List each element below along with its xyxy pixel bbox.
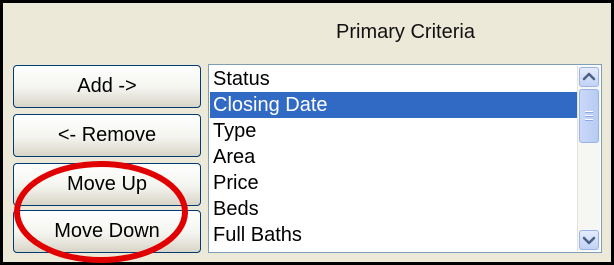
list-item-area[interactable]: Area (210, 144, 577, 170)
list-item-full-baths[interactable]: Full Baths (210, 222, 577, 248)
primary-criteria-heading: Primary Criteria (336, 21, 475, 43)
list-item-beds[interactable]: Beds (210, 196, 577, 222)
move-up-button[interactable]: Move Up (13, 163, 201, 206)
list-item-price[interactable]: Price (210, 170, 577, 196)
scrollbar-thumb[interactable] (579, 89, 599, 143)
scroll-down-arrow-icon (582, 236, 596, 245)
scroll-up-button[interactable] (579, 67, 599, 87)
criteria-panel: Primary Criteria Add -> <- Remove Move U… (0, 0, 614, 265)
list-item-type[interactable]: Type (210, 118, 577, 144)
scroll-down-button[interactable] (579, 230, 599, 250)
thumb-grip-line (585, 115, 593, 116)
thumb-grip-line (585, 111, 593, 112)
move-down-button[interactable]: Move Down (13, 210, 201, 253)
list-item-closing-date[interactable]: Closing Date (210, 92, 577, 118)
scroll-up-arrow-icon (582, 72, 596, 81)
remove-button[interactable]: <- Remove (13, 114, 201, 157)
criteria-list: Status Closing Date Type Area Price Beds… (210, 66, 577, 248)
thumb-grip-line (585, 119, 593, 120)
list-item-status[interactable]: Status (210, 66, 577, 92)
criteria-listbox[interactable]: Status Closing Date Type Area Price Beds… (208, 64, 602, 253)
vertical-scrollbar[interactable] (577, 66, 600, 251)
add-button[interactable]: Add -> (13, 65, 201, 108)
